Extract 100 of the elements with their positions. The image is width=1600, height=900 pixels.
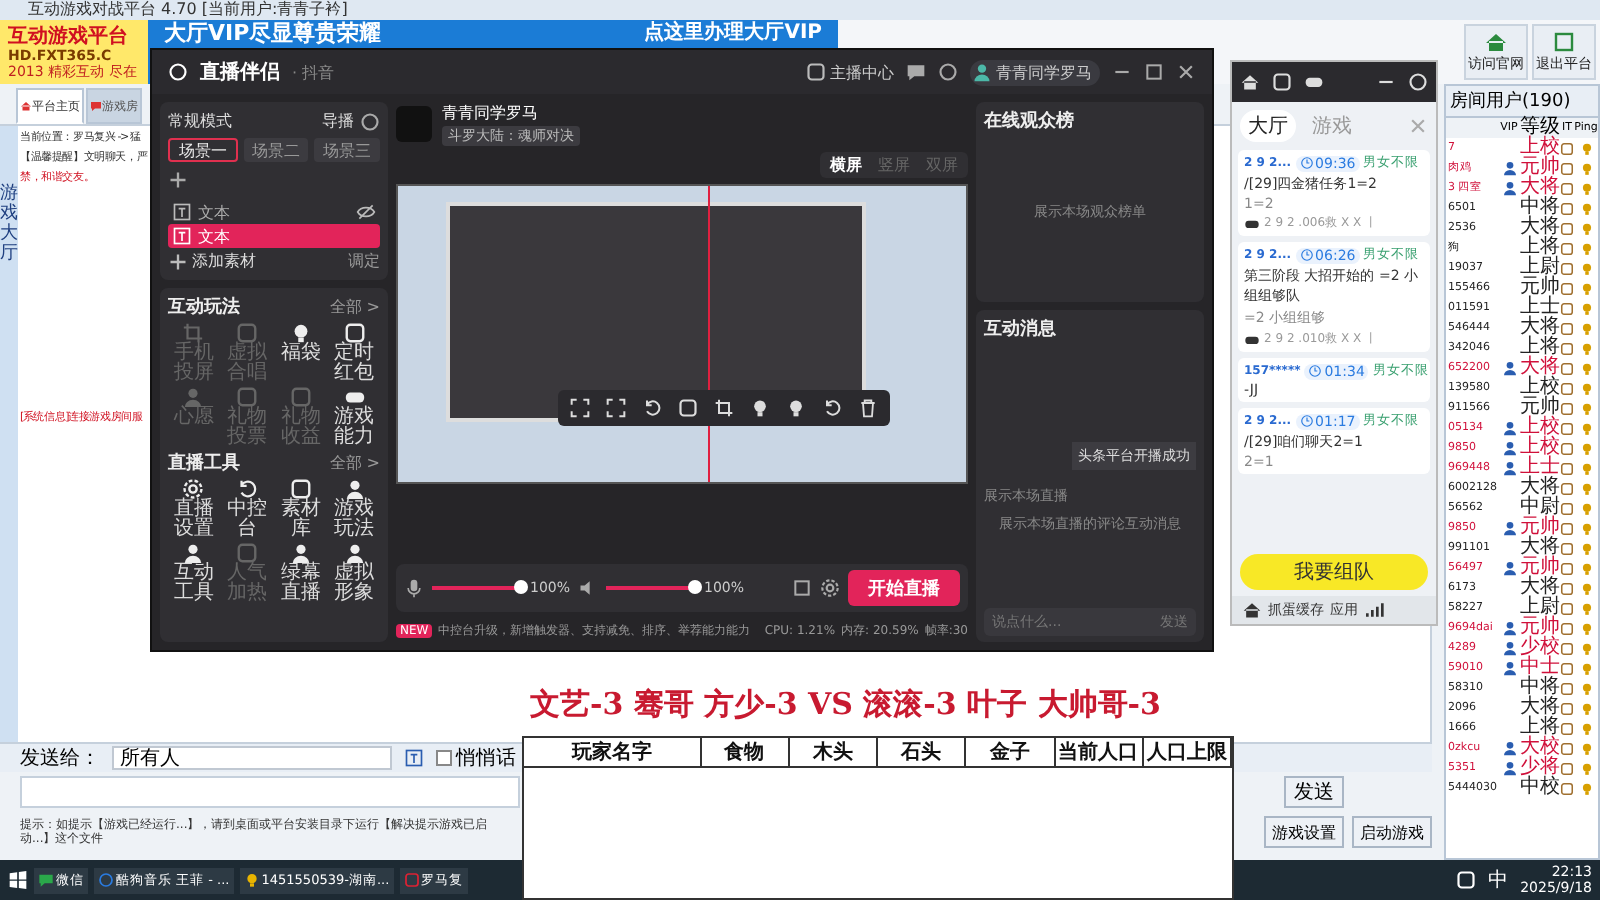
source-item[interactable]: 文本 xyxy=(168,224,380,248)
ping-dot-icon xyxy=(1579,161,1593,175)
anchor-center-link[interactable]: 主播中心 xyxy=(806,61,894,83)
mode-dropdown[interactable]: 常规模式 xyxy=(168,110,232,132)
ping-dot-icon xyxy=(1579,181,1593,195)
user-rank: 大将 xyxy=(1520,218,1560,238)
ping-dot-icon xyxy=(1579,441,1593,455)
tool-button[interactable]: 游戏能力 xyxy=(328,386,380,448)
column-header: 木头 xyxy=(789,738,878,766)
gamepad-icon xyxy=(1304,72,1324,92)
scene-tab[interactable]: 场景一 xyxy=(168,138,238,162)
layout-tab[interactable]: 横屏 xyxy=(822,154,870,176)
person-icon xyxy=(289,542,312,564)
trash-icon xyxy=(858,398,878,418)
director-button[interactable]: 导播 xyxy=(322,110,354,132)
ping-dot-icon xyxy=(1579,721,1593,735)
platform-label: · 抖音 xyxy=(292,61,335,83)
source-item[interactable]: 文本 xyxy=(168,200,380,224)
tool-button[interactable]: 定时红包 xyxy=(328,322,380,384)
person-icon xyxy=(182,542,205,564)
app-icon xyxy=(403,872,420,888)
tool-button[interactable]: 虚拟形象 xyxy=(328,542,380,604)
user-rank: 中士 xyxy=(1520,658,1560,678)
home-icon xyxy=(1240,72,1260,92)
ping-dot-icon xyxy=(1579,221,1593,235)
user-rank: 上校 xyxy=(1520,418,1560,438)
ping-dot-icon xyxy=(1579,541,1593,555)
user-rank: 少将 xyxy=(1520,758,1560,778)
room-users-tab[interactable]: 房间用户(190) xyxy=(1446,86,1598,118)
rotate-icon xyxy=(822,398,842,418)
scene-tab[interactable]: 场景二 xyxy=(243,138,309,162)
team-up-button[interactable]: 我要组队 xyxy=(1240,554,1428,590)
source-action[interactable]: 调定 xyxy=(348,250,380,272)
ping-dot-icon xyxy=(1579,261,1593,275)
hall-tab[interactable]: 大厅 xyxy=(1240,110,1296,142)
user-rank: 元帅 xyxy=(1520,518,1560,538)
square-icon xyxy=(236,386,259,408)
message-input[interactable] xyxy=(20,776,520,808)
add-source-button[interactable]: 添加素材 xyxy=(168,250,256,272)
account-button[interactable]: 青青同学罗马 xyxy=(970,59,1100,85)
user-rank: 大将 xyxy=(1520,358,1560,378)
user-rank: 大将 xyxy=(1520,318,1560,338)
vip-badge-icon xyxy=(1501,180,1517,196)
section-title: 互动玩法 xyxy=(168,294,240,320)
ping-dot-icon xyxy=(1579,401,1593,415)
tool-button[interactable]: 福袋 xyxy=(275,322,327,384)
tool-button[interactable]: 素材库 xyxy=(275,478,327,540)
expand-icon xyxy=(570,398,590,418)
all-link[interactable]: 全部 > xyxy=(329,452,380,474)
user-rank: 中将 xyxy=(1520,198,1560,218)
chat-icon xyxy=(906,62,926,82)
tool-button[interactable]: 直播设置 xyxy=(168,478,220,540)
microphone-icon xyxy=(404,578,424,598)
chat-bubble-icon xyxy=(90,100,102,112)
tool-button[interactable]: 游戏玩法 xyxy=(328,478,380,540)
house-icon xyxy=(1484,30,1508,54)
tool-button[interactable]: 中控台 xyxy=(221,478,273,540)
column-header: 当前人口 xyxy=(1055,738,1144,766)
signal-icon xyxy=(1364,600,1384,620)
vip-badge-icon xyxy=(1501,520,1517,536)
vip-badge-icon xyxy=(1501,560,1517,576)
ad-text: 点这里办理大厅VIP xyxy=(644,22,822,46)
font-icon xyxy=(404,748,424,768)
maximize-icon xyxy=(1144,62,1164,82)
send-button[interactable]: 发送 xyxy=(1284,776,1344,808)
tool-button[interactable]: 绿幕直播 xyxy=(275,542,327,604)
start-live-button[interactable]: 开始直播 xyxy=(848,570,960,606)
user-rank: 上士 xyxy=(1520,458,1560,478)
column-header: 人口上限 xyxy=(1143,738,1232,766)
panel-title: 在线观众榜 xyxy=(984,108,1074,134)
close-icon xyxy=(1176,62,1196,82)
ping-dot-icon xyxy=(1579,301,1593,315)
input-method[interactable]: 中 xyxy=(1488,866,1509,894)
game-button[interactable]: 游戏设置 xyxy=(1264,816,1344,848)
scene-tab[interactable]: 场景三 xyxy=(314,138,381,162)
ping-dot-icon xyxy=(1579,681,1593,695)
plus-icon xyxy=(168,251,188,271)
user-rank: 上将 xyxy=(1520,718,1560,738)
logo-icon xyxy=(168,62,188,82)
all-link[interactable]: 全部 > xyxy=(329,296,380,318)
square-icon xyxy=(343,322,366,344)
user-rank: 大将 xyxy=(1520,478,1560,498)
game-button[interactable]: 启动游戏 xyxy=(1352,816,1432,848)
ping-dot-icon xyxy=(1579,481,1593,495)
clock-icon xyxy=(1308,364,1323,378)
vip-badge-icon xyxy=(1501,740,1517,756)
ping-dot-icon xyxy=(1579,761,1593,775)
user-rank: 上校 xyxy=(1520,378,1560,398)
tool-button[interactable]: 互动工具 xyxy=(168,542,220,604)
side-tab[interactable]: 游戏大厅 xyxy=(0,126,18,742)
ping-dot-icon xyxy=(1579,781,1593,795)
ping-dot-icon xyxy=(1579,321,1593,335)
recipient-dropdown[interactable]: 所有人 xyxy=(112,746,392,770)
start-icon xyxy=(8,870,28,890)
house-icon xyxy=(20,100,32,112)
user-rank: 元帅 xyxy=(1520,618,1560,638)
user-rank: 元帅 xyxy=(1520,158,1560,178)
whisper-checkbox[interactable]: 悄悄话 xyxy=(436,744,516,772)
send-to-label: 发送给： xyxy=(20,746,100,772)
ping-dot-icon xyxy=(1579,641,1593,655)
